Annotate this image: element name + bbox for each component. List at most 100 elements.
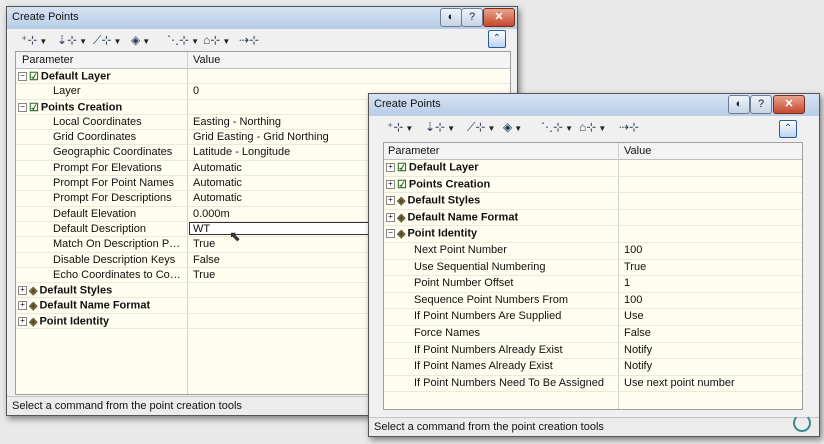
surface-point-tool-button[interactable]: ◈ ▼ (131, 33, 150, 47)
collapse-button[interactable]: ⌃ (488, 30, 506, 48)
help-button[interactable]: ? (461, 8, 483, 27)
convert-point-tool-button[interactable]: ⇢⊹ (239, 33, 259, 47)
add-point-tool-button[interactable]: ⁺⊹ ▼ (21, 33, 47, 47)
expand-icon[interactable]: + (18, 286, 27, 296)
property-label: Default Description (53, 222, 146, 235)
property-value: 1 (624, 277, 631, 290)
parameter-column-header[interactable]: Parameter (22, 54, 73, 66)
property-value: True (193, 268, 216, 281)
property-row[interactable]: If Point Names Already Exist Notify (384, 359, 802, 376)
chevron-down-icon[interactable]: ▼ (598, 124, 606, 133)
property-label: Layer (53, 85, 81, 98)
alignment-point-tool-button[interactable]: ⟋⊹ ▼ (93, 33, 121, 48)
chevron-down-icon[interactable]: ▼ (39, 37, 47, 46)
collapse-button[interactable]: ⌃ (779, 120, 797, 138)
point-style-icon: ◈ (29, 315, 38, 328)
expand-icon[interactable]: + (386, 163, 395, 172)
category-row[interactable]: + ◈ Default Name Format (384, 210, 802, 227)
close-button[interactable]: ✕ (773, 95, 805, 114)
category-label: Default Layer (408, 161, 479, 174)
expand-icon[interactable]: + (386, 212, 395, 222)
add-point-tool-button[interactable]: ⁺⊹ ▼ (387, 120, 413, 134)
category-label: Points Creation (408, 178, 491, 190)
elevation-point-tool-button[interactable]: ⇣⊹ ▼ (425, 120, 455, 134)
chevron-down-icon[interactable]: ▼ (142, 37, 150, 46)
chevron-down-icon[interactable]: ▼ (405, 124, 413, 133)
property-label: Force Names (414, 326, 481, 339)
chevron-down-icon[interactable]: ▼ (565, 124, 573, 133)
property-label: Prompt For Descriptions (53, 192, 172, 205)
interpolate-point-tool-button[interactable]: ⋱⊹ ▼ (167, 33, 199, 47)
expand-icon[interactable]: + (386, 179, 395, 189)
chevron-down-icon[interactable]: ▼ (514, 124, 522, 133)
property-row[interactable]: If Point Numbers Need To Be Assigned Use … (384, 376, 802, 393)
property-label: Local Coordinates (53, 115, 142, 128)
property-row[interactable]: If Point Numbers Are Supplied Use (384, 309, 802, 326)
category-row[interactable]: − ◈ Point Identity (384, 226, 802, 243)
collapse-icon[interactable]: − (386, 229, 395, 239)
add-point-icon: ⁺⊹ (21, 33, 38, 47)
close-button[interactable]: ✕ (483, 8, 515, 27)
property-label: Point Number Offset (414, 277, 514, 290)
title-bar[interactable]: Create Points ◐ ? ✕ (7, 7, 517, 29)
status-bar: Select a command from the point creation… (369, 417, 819, 436)
property-label: Sequence Point Numbers From (414, 293, 569, 306)
chevron-down-icon[interactable]: ▼ (487, 124, 495, 133)
property-label: Prompt For Elevations (53, 161, 162, 174)
expand-icon[interactable]: + (18, 316, 27, 326)
alignment-point-tool-button[interactable]: ⟋⊹ ▼ (467, 120, 495, 135)
checklist-icon: ☑ (29, 71, 39, 83)
chevron-down-icon[interactable]: ▼ (222, 37, 230, 46)
property-value: Notify (624, 343, 653, 356)
parameter-column-header[interactable]: Parameter (388, 145, 439, 157)
property-row[interactable]: Use Sequential Numbering True (384, 260, 802, 277)
window-title: Create Points (12, 11, 79, 23)
surface-point-icon: ◈ (131, 33, 141, 47)
mouse-cursor: ⬉ (229, 228, 241, 244)
property-row[interactable]: If Point Numbers Already Exist Notify (384, 343, 802, 360)
expand-icon[interactable]: + (386, 196, 395, 206)
chevron-down-icon[interactable]: ▼ (113, 37, 121, 46)
collapse-icon[interactable]: − (18, 102, 27, 112)
pin-button[interactable]: ◐ (728, 95, 750, 114)
chevron-down-icon[interactable]: ▼ (447, 124, 455, 133)
slope-point-tool-button[interactable]: ⌂⊹ ▼ (579, 120, 606, 134)
chevron-down-icon[interactable]: ▼ (79, 37, 87, 46)
property-row[interactable]: Next Point Number 100 (384, 243, 802, 260)
property-row[interactable]: Sequence Point Numbers From 100 (384, 293, 802, 310)
expand-icon[interactable]: + (18, 301, 27, 311)
property-row[interactable]: Point Number Offset 1 (384, 276, 802, 293)
category-row[interactable]: − ☑ Default Layer (16, 69, 510, 85)
chevron-down-icon[interactable]: ▼ (191, 37, 199, 46)
property-value: Use next point number (624, 376, 735, 389)
surface-point-tool-button[interactable]: ◈ ▼ (503, 120, 522, 134)
point-style-icon: ◈ (29, 300, 38, 313)
point-style-icon: ◈ (29, 285, 38, 298)
checklist-icon: ☑ (397, 178, 407, 191)
slope-point-tool-button[interactable]: ⌂⊹ ▼ (203, 33, 230, 47)
category-row[interactable]: + ☑ Default Layer (384, 160, 802, 177)
status-text: Select a command from the point creation… (12, 400, 242, 412)
category-label: Point Identity (407, 227, 478, 240)
grid-header: Parameter Value (384, 143, 802, 160)
property-value: Use (624, 310, 644, 323)
property-row[interactable]: Force Names False (384, 326, 802, 343)
property-value: Easting - Northing (193, 115, 282, 128)
slope-point-icon: ⌂⊹ (203, 33, 221, 47)
property-grid: Parameter Value + ☑ Default Layer + ☑ Points … (383, 142, 803, 410)
checklist-icon: ☑ (29, 101, 39, 114)
category-row[interactable]: + ◈ Default Styles (384, 193, 802, 210)
elevation-point-tool-button[interactable]: ⇣⊹ ▼ (57, 33, 87, 47)
property-value: Notify (624, 360, 653, 373)
value-column-header[interactable]: Value (193, 54, 220, 66)
value-column-header[interactable]: Value (624, 145, 651, 157)
checklist-icon: ☑ (397, 162, 407, 174)
property-value: Automatic (193, 192, 242, 205)
help-button[interactable]: ? (750, 95, 772, 114)
pin-button[interactable]: ◐ (440, 8, 462, 27)
title-bar[interactable]: Create Points ◐ ? ✕ (369, 94, 819, 116)
interpolate-point-tool-button[interactable]: ⋱⊹ ▼ (541, 120, 573, 134)
convert-point-tool-button[interactable]: ⇢⊹ (619, 120, 639, 134)
collapse-icon[interactable]: − (18, 72, 27, 81)
category-row[interactable]: + ☑ Points Creation (384, 177, 802, 194)
